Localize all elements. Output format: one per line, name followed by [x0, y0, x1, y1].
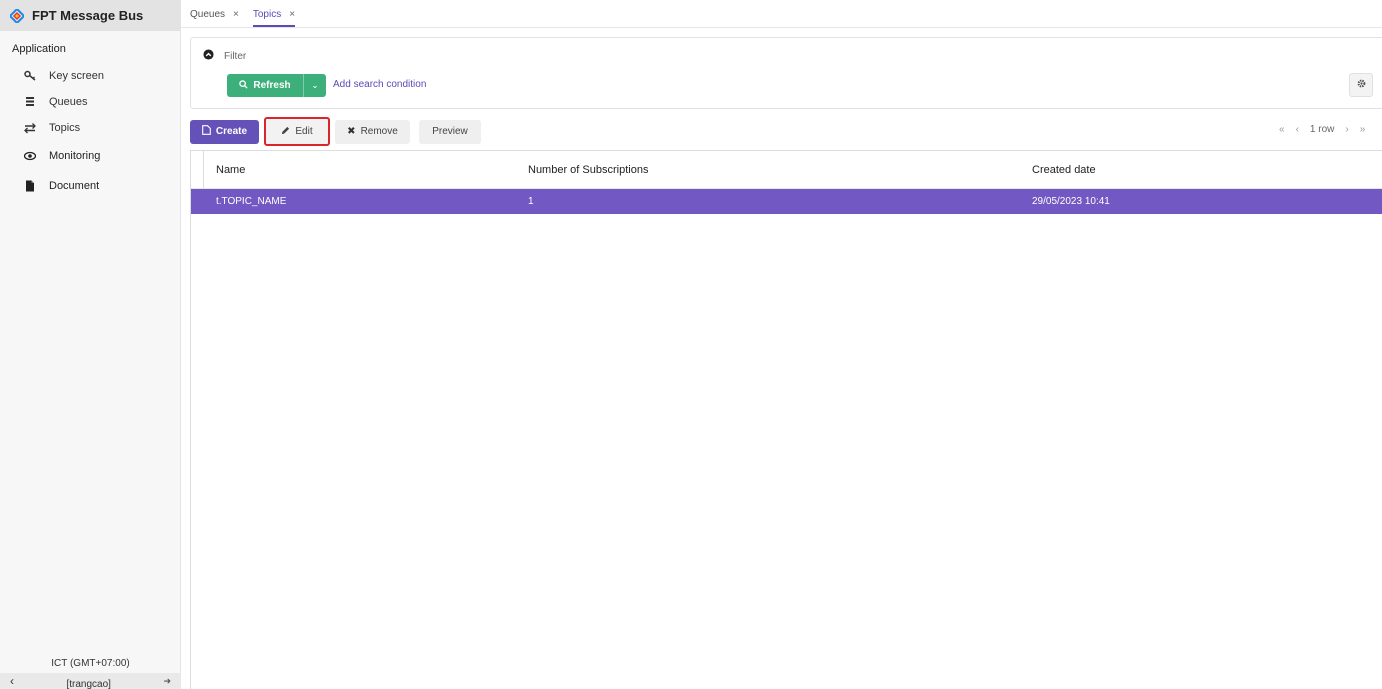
- remove-button[interactable]: ✖ Remove: [335, 119, 410, 144]
- section-label-application: Application: [12, 43, 66, 55]
- table-header: Name Number of Subscriptions Created dat…: [191, 151, 1382, 189]
- close-icon[interactable]: ×: [289, 9, 295, 20]
- cell-created-date: 29/05/2023 10:41: [1032, 196, 1110, 207]
- arrows-icon: [24, 122, 36, 134]
- column-header-created-date[interactable]: Created date: [1032, 164, 1096, 176]
- app-title: FPT Message Bus: [32, 8, 144, 23]
- sidebar-item-label: Topics: [49, 122, 81, 134]
- timezone-label: ICT (GMT+07:00): [51, 658, 130, 669]
- search-icon: [239, 79, 248, 92]
- chevron-down-icon[interactable]: ⌄: [304, 81, 326, 90]
- file-icon: [202, 125, 211, 138]
- filter-label: Filter: [224, 50, 247, 62]
- chevron-up-circle-icon: [203, 49, 214, 63]
- tab-topics[interactable]: Topics ×: [252, 9, 296, 27]
- column-header-subscriptions[interactable]: Number of Subscriptions: [528, 164, 648, 176]
- create-label: Create: [215, 126, 248, 137]
- pagination: « ‹ 1 row › »: [1279, 124, 1382, 135]
- sidebar-item-document[interactable]: Document: [0, 171, 180, 201]
- row-count: 1 row: [1309, 124, 1335, 135]
- column-header-name[interactable]: Name: [216, 164, 245, 176]
- tab-label: Topics: [252, 9, 282, 20]
- diamond-logo-icon: [8, 7, 26, 24]
- sidebar-item-label: Queues: [49, 96, 88, 108]
- close-icon[interactable]: ×: [233, 9, 239, 20]
- sidebar-item-label: Document: [49, 180, 100, 192]
- cell-name: t.TOPIC_NAME: [216, 196, 287, 207]
- edit-label: Edit: [295, 126, 313, 137]
- create-button[interactable]: Create: [190, 119, 259, 144]
- sidebar-item-label: Monitoring: [49, 150, 101, 162]
- tab-queues[interactable]: Queues ×: [190, 9, 239, 27]
- first-page-icon[interactable]: «: [1279, 124, 1285, 135]
- sidebar-item-key-screen[interactable]: Key screen: [0, 63, 180, 89]
- key-icon: [24, 70, 36, 82]
- username-label: [trangcao]: [66, 678, 111, 689]
- filter-panel: Filter Refresh ⌄ Add search condition: [190, 37, 1382, 109]
- table-row[interactable]: t.TOPIC_NAME 1 29/05/2023 10:41: [191, 189, 1382, 214]
- close-icon: ✖: [347, 126, 356, 137]
- settings-button[interactable]: [1349, 73, 1373, 97]
- sidebar: FPT Message Bus Application Key screen Q…: [0, 0, 181, 689]
- list-icon: [24, 96, 36, 108]
- tab-label: Queues: [190, 9, 226, 20]
- remove-label: Remove: [360, 126, 398, 137]
- last-page-icon[interactable]: »: [1360, 124, 1366, 135]
- edit-button[interactable]: Edit: [264, 117, 330, 146]
- cell-subscriptions: 1: [528, 196, 534, 207]
- user-bar: ‹ [trangcao] ➜: [0, 673, 181, 689]
- topics-table: Name Number of Subscriptions Created dat…: [190, 150, 1382, 689]
- tab-bar: Queues × Topics ×: [181, 0, 1382, 28]
- prev-page-icon[interactable]: ‹: [1296, 124, 1299, 135]
- add-search-condition-link[interactable]: Add search condition: [333, 79, 426, 90]
- preview-button[interactable]: Preview: [419, 119, 481, 144]
- refresh-label: Refresh: [253, 80, 291, 91]
- pencil-icon: [281, 126, 290, 138]
- eye-icon: [24, 150, 36, 162]
- gear-icon: [1357, 79, 1366, 91]
- action-toolbar: Create Edit ✖ Remove Preview: [190, 117, 481, 146]
- logout-icon[interactable]: ➜: [163, 676, 171, 687]
- document-icon: [24, 180, 36, 192]
- sidebar-item-topics[interactable]: Topics: [0, 115, 180, 141]
- filter-toggle[interactable]: Filter: [203, 49, 246, 63]
- sidebar-item-label: Key screen: [49, 70, 105, 82]
- preview-label: Preview: [432, 126, 468, 137]
- sidebar-item-queues[interactable]: Queues: [0, 89, 180, 115]
- refresh-button[interactable]: Refresh ⌄: [227, 74, 326, 97]
- sidebar-item-monitoring[interactable]: Monitoring: [0, 141, 180, 171]
- next-page-icon[interactable]: ›: [1345, 124, 1348, 135]
- brand-header[interactable]: FPT Message Bus: [0, 0, 180, 31]
